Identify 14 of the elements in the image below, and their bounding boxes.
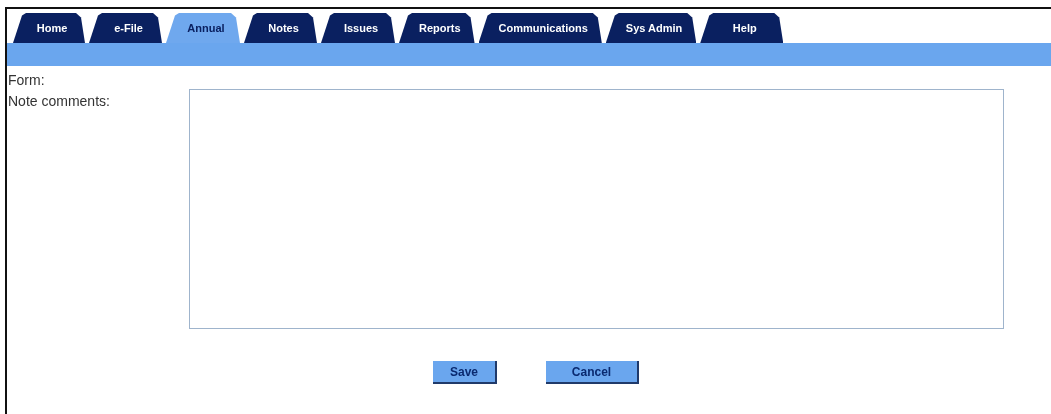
- nav-tab[interactable]: Issues: [321, 13, 395, 43]
- save-button[interactable]: Save: [433, 361, 497, 384]
- form-label: Form:: [7, 72, 46, 88]
- comments-field[interactable]: [189, 89, 1004, 329]
- comments-label: Note comments:: [7, 93, 111, 109]
- nav-tab[interactable]: Sys Admin: [605, 13, 697, 43]
- cancel-button[interactable]: Cancel: [546, 361, 639, 384]
- nav-tab[interactable]: Annual: [166, 13, 240, 43]
- nav-tab[interactable]: Help: [700, 13, 784, 43]
- nav-tab[interactable]: Communications: [478, 13, 602, 43]
- nav-tab[interactable]: Notes: [244, 13, 317, 43]
- nav-tab[interactable]: Home: [13, 13, 85, 43]
- nav-tab[interactable]: Reports: [399, 13, 475, 43]
- nav-tab[interactable]: e-File: [89, 13, 162, 43]
